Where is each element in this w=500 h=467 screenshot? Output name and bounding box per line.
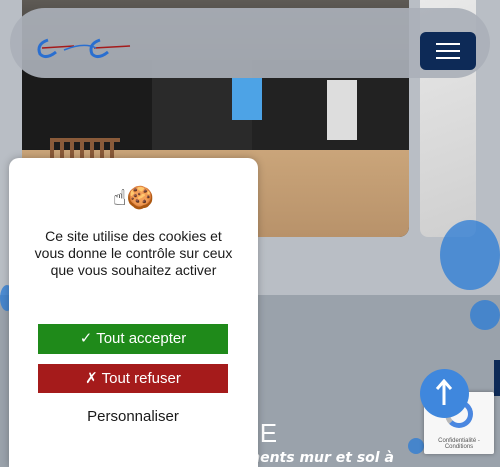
paint-splash bbox=[408, 438, 424, 454]
recaptcha-terms[interactable]: Confidentialité - Conditions bbox=[424, 438, 494, 450]
cookie-consent-dialog: ☝🍪 Ce site utilise des cookies et vous d… bbox=[9, 158, 258, 467]
scroll-to-top-button[interactable] bbox=[420, 369, 469, 418]
hamburger-icon bbox=[436, 43, 460, 45]
side-tab[interactable] bbox=[494, 360, 500, 396]
arrow-up-icon bbox=[435, 379, 453, 405]
site-header bbox=[10, 8, 490, 78]
company-logo[interactable] bbox=[34, 34, 134, 64]
paint-splash bbox=[470, 300, 500, 330]
section-subline: ements mur et sol à bbox=[236, 450, 394, 466]
paint-splash bbox=[440, 220, 500, 290]
customize-link[interactable]: Personnaliser bbox=[38, 408, 228, 425]
cookie-message: Ce site utilise des cookies et vous donn… bbox=[34, 228, 233, 278]
menu-button[interactable] bbox=[420, 32, 476, 70]
refuse-all-button[interactable]: ✗ Tout refuser bbox=[38, 364, 228, 393]
cookie-emoji-icons: ☝🍪 bbox=[113, 186, 154, 211]
accept-all-button[interactable]: ✓ Tout accepter bbox=[38, 324, 228, 354]
